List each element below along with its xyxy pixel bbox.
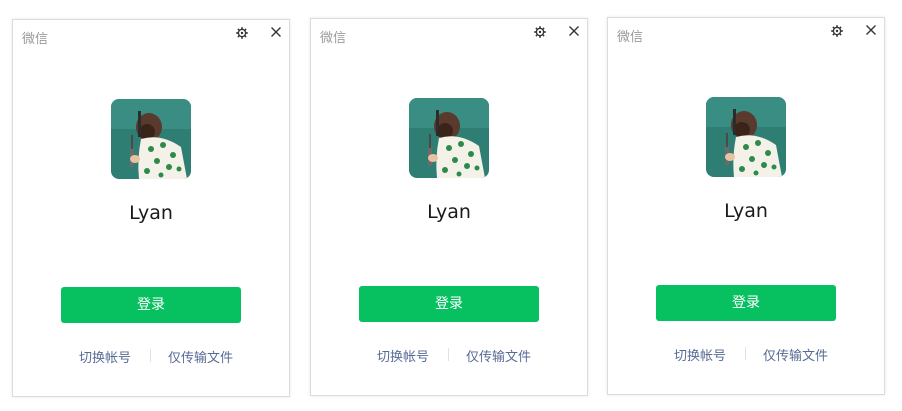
login-button[interactable]: 登录 [656, 285, 836, 321]
user-name: Lyan [427, 201, 471, 223]
login-button[interactable]: 登录 [61, 287, 241, 323]
wechat-login-window: 微信 Lyan 登录 切换帐号 仅传输文件 [607, 17, 885, 395]
avatar [706, 97, 786, 177]
wechat-login-window: 微信 Lyan 登录 切换帐号 仅传输文件 [310, 18, 588, 396]
transfer-files-only-link[interactable]: 仅传输文件 [763, 345, 828, 364]
wechat-login-window: 微信 Lyan 登录 切换帐号 仅传输文件 [12, 19, 290, 397]
login-button[interactable]: 登录 [359, 286, 539, 322]
avatar [409, 98, 489, 178]
link-divider [745, 347, 746, 360]
gear-icon[interactable] [830, 23, 844, 37]
user-name: Lyan [724, 200, 768, 222]
window-title: 微信 [22, 32, 49, 47]
close-icon[interactable] [863, 22, 879, 38]
avatar [111, 99, 191, 179]
window-title: 微信 [617, 30, 644, 45]
link-divider [150, 349, 151, 362]
transfer-files-only-link[interactable]: 仅传输文件 [466, 346, 531, 365]
screenshot-stage: 微信 Lyan 登录 切换帐号 仅传输文件 微信 Lyan 登录 切换帐号 仅传… [0, 0, 902, 411]
link-divider [448, 348, 449, 361]
close-icon[interactable] [268, 24, 284, 40]
user-name: Lyan [129, 202, 173, 224]
window-title: 微信 [320, 31, 347, 46]
switch-account-link[interactable]: 切换帐号 [674, 345, 726, 364]
transfer-files-only-link[interactable]: 仅传输文件 [168, 347, 233, 366]
close-icon[interactable] [566, 23, 582, 39]
switch-account-link[interactable]: 切换帐号 [377, 346, 429, 365]
switch-account-link[interactable]: 切换帐号 [79, 347, 131, 366]
gear-icon[interactable] [533, 24, 547, 38]
gear-icon[interactable] [235, 25, 249, 39]
